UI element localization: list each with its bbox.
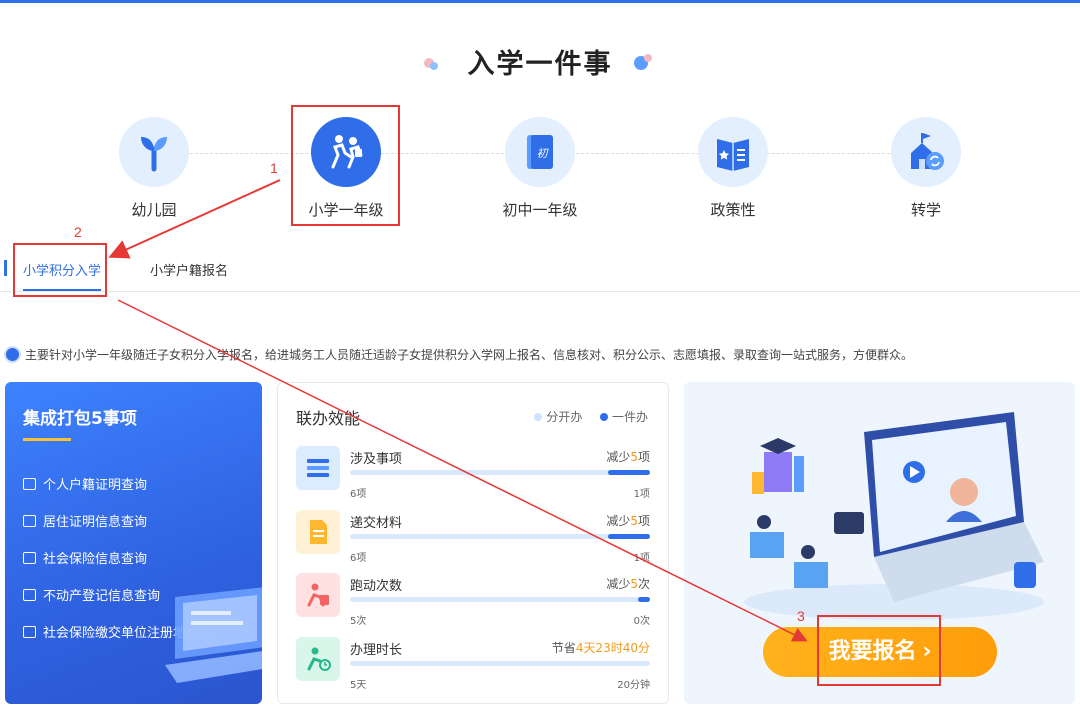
insurance-icon <box>23 552 36 564</box>
row-saving: 减少5项 <box>606 514 650 528</box>
sprout-icon <box>141 137 167 172</box>
page-header: 入学一件事 <box>0 42 1080 81</box>
row-fill <box>608 470 650 475</box>
row-after: 1项 <box>633 489 650 500</box>
row-before: 6项 <box>350 489 367 500</box>
bundle-item: 不动产登记信息查询 <box>23 585 160 604</box>
transfer-school-icon <box>911 133 944 170</box>
stage-junior-grade1[interactable]: 初 初中一年级 <box>470 117 610 220</box>
stage-label: 幼儿园 <box>131 201 177 219</box>
clock-person-icon <box>296 637 340 681</box>
efficiency-row: 办理时长 节省4天23时40分 5天 20分钟 <box>296 637 650 693</box>
lightbulb-icon <box>6 348 19 361</box>
stage-transfer[interactable]: 转学 <box>856 117 996 220</box>
legend-combined: 一件办 <box>611 410 648 424</box>
service-description: 主要针对小学一年级随迁子女积分入学报名，给进城务工人员随迁适龄子女提供积分入学网… <box>6 346 913 363</box>
row-fill <box>608 534 650 539</box>
row-before: 6项 <box>350 553 367 564</box>
tab-bar: 小学积分入学 小学户籍报名 <box>0 250 1080 292</box>
efficiency-row: 递交材料 减少5项 6项 1项 <box>296 510 650 566</box>
bundle-item: 居住证明信息查询 <box>23 511 147 530</box>
legend-separate-swatch <box>534 413 543 421</box>
bundle-title-underline <box>23 438 71 441</box>
row-after: 0次 <box>633 616 650 627</box>
description-text: 主要针对小学一年级随迁子女积分入学报名，给进城务工人员随迁适龄子女提供积分入学网… <box>25 348 914 362</box>
efficiency-title: 联办效能 <box>296 409 361 428</box>
row-fill <box>638 597 650 602</box>
bundle-item: 个人户籍证明查询 <box>23 474 147 493</box>
row-after: 20分钟 <box>617 680 650 691</box>
row-track <box>350 597 650 602</box>
row-saving: 减少5次 <box>606 577 650 591</box>
bundle-title: 集成打包5事项 <box>23 409 137 429</box>
annotation-box-2 <box>13 243 107 297</box>
laptop-illustration <box>165 587 262 683</box>
annotation-box-3 <box>817 615 941 686</box>
legend-separate: 分开办 <box>546 410 583 424</box>
annotation-number-2: 2 <box>74 224 82 240</box>
row-name: 办理时长 <box>350 643 403 658</box>
decor-dots-right <box>632 52 660 72</box>
efficiency-card: 联办效能 分开办 一件办 涉及事项 减少5项 6项 1项 递交材料 减少5项 6… <box>277 382 669 704</box>
running-person-icon <box>296 573 340 617</box>
company-icon <box>23 626 36 638</box>
stage-circle: 初 <box>505 117 575 187</box>
stage-label: 初中一年级 <box>502 201 578 219</box>
row-track <box>350 534 650 539</box>
row-saving: 节省4天23时40分 <box>551 641 650 655</box>
row-before: 5次 <box>350 616 367 627</box>
bundle-card: 集成打包5事项 个人户籍证明查询 居住证明信息查询 社会保险信息查询 不动产登记… <box>5 382 262 704</box>
legend-combined-swatch <box>599 413 608 421</box>
stage-label: 政策性 <box>710 201 756 219</box>
efficiency-row: 涉及事项 减少5项 6项 1项 <box>296 446 650 502</box>
stage-circle <box>119 117 189 187</box>
list-icon <box>296 446 340 490</box>
efficiency-legend: 分开办 一件办 <box>534 408 648 425</box>
efficiency-row: 跑动次数 减少5次 5次 0次 <box>296 573 650 629</box>
stage-policy[interactable]: 政策性 <box>663 117 803 220</box>
junior-book-icon: 初 <box>527 135 553 169</box>
annotation-number-3: 3 <box>797 608 805 624</box>
residence-icon <box>23 515 36 527</box>
stage-circle <box>891 117 961 187</box>
property-icon <box>23 589 36 601</box>
page-title: 入学一件事 <box>467 49 613 80</box>
id-card-icon <box>23 478 36 490</box>
document-icon <box>296 510 340 554</box>
row-name: 涉及事项 <box>350 452 403 467</box>
row-after: 1项 <box>633 553 650 564</box>
row-name: 跑动次数 <box>350 579 403 594</box>
stage-circle <box>698 117 768 187</box>
bundle-item: 社会保险信息查询 <box>23 548 147 567</box>
annotation-number-1: 1 <box>270 160 278 176</box>
policy-book-icon <box>717 139 749 171</box>
top-accent-bar <box>0 0 1080 3</box>
tab-household-registration[interactable]: 小学户籍报名 <box>150 260 228 279</box>
row-before: 5天 <box>350 680 367 691</box>
stage-kindergarten[interactable]: 幼儿园 <box>84 117 224 220</box>
annotation-box-1 <box>291 105 400 226</box>
row-name: 递交材料 <box>350 516 403 531</box>
decor-dots-left <box>420 52 448 72</box>
row-saving: 减少5项 <box>606 450 650 464</box>
stage-label: 转学 <box>910 201 941 219</box>
row-track <box>350 661 650 666</box>
tab-active-indicator <box>4 260 7 276</box>
row-track <box>350 470 650 475</box>
online-learning-illustration <box>744 412 1044 620</box>
